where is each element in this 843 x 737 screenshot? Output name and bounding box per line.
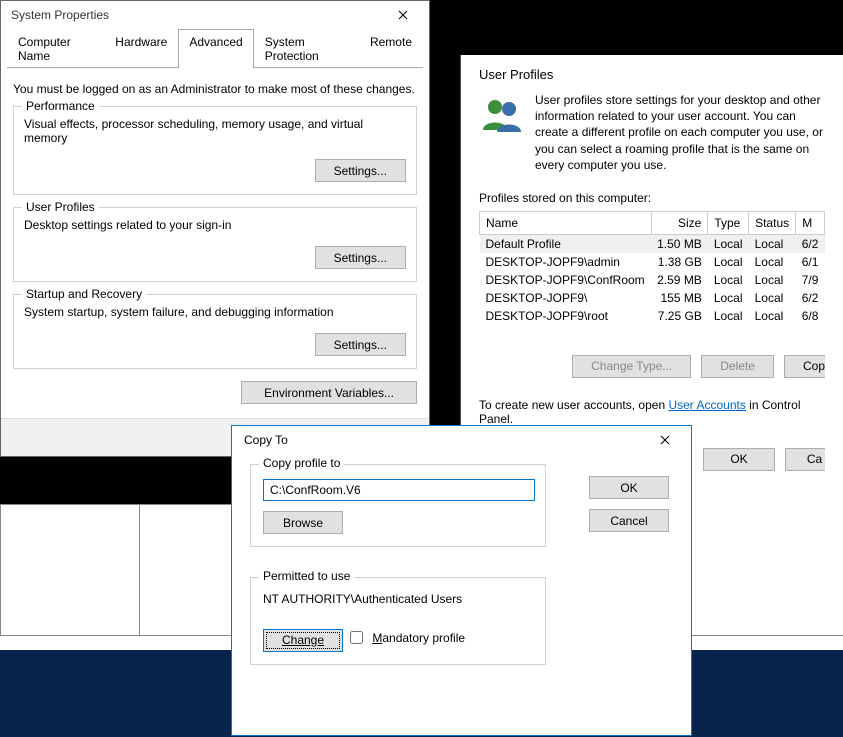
cell-status: Local [749, 307, 796, 325]
titlebar[interactable]: System Properties [1, 1, 429, 29]
titlebar[interactable]: Copy To [232, 426, 691, 454]
window-title: System Properties [11, 8, 109, 22]
mandatory-profile-label: Mandatory profile [372, 631, 465, 645]
startup-recovery-text: System startup, system failure, and debu… [24, 305, 406, 319]
cell-m: 6/2 [796, 289, 825, 307]
cell-type: Local [708, 234, 749, 253]
change-button[interactable]: Change [263, 629, 343, 652]
cell-name: DESKTOP-JOPF9\admin [480, 253, 652, 271]
cell-size: 1.38 GB [651, 253, 708, 271]
table-row[interactable]: DESKTOP-JOPF9\root7.25 GBLocalLocal6/8 [480, 307, 825, 325]
cell-status: Local [749, 271, 796, 289]
permitted-to-use-legend: Permitted to use [259, 569, 354, 583]
copy-to-button[interactable]: Cop [784, 355, 825, 378]
cancel-button[interactable]: Ca [785, 448, 825, 471]
copy-profile-to-group: Copy profile to Browse [250, 464, 546, 547]
col-type[interactable]: Type [708, 211, 749, 234]
cp-pre: To create new user accounts, open [479, 398, 668, 412]
close-icon[interactable] [383, 4, 423, 26]
cell-name: DESKTOP-JOPF9\root [480, 307, 652, 325]
table-row[interactable]: DESKTOP-JOPF9\155 MBLocalLocal6/2 [480, 289, 825, 307]
tab-system-protection[interactable]: System Protection [254, 29, 359, 68]
startup-recovery-group: Startup and Recovery System startup, sys… [13, 294, 417, 369]
cell-type: Local [708, 307, 749, 325]
description-text: User profiles store settings for your de… [535, 92, 825, 173]
cell-name: DESKTOP-JOPF9\ConfRoom [480, 271, 652, 289]
tab-remote[interactable]: Remote [359, 29, 423, 68]
window-title: User Profiles [461, 55, 843, 92]
performance-group: Performance Visual effects, processor sc… [13, 106, 417, 195]
copy-to-dialog: Copy To Copy profile to Browse OK Cancel… [231, 425, 692, 736]
cell-type: Local [708, 289, 749, 307]
table-header-row: Name Size Type Status M [480, 211, 825, 234]
permitted-to-use-group: Permitted to use NT AUTHORITY\Authentica… [250, 577, 546, 665]
browse-button[interactable]: Browse [263, 511, 343, 534]
system-properties-window: System Properties Computer Name Hardware… [0, 0, 430, 457]
col-size[interactable]: Size [651, 211, 708, 234]
table-row[interactable]: DESKTOP-JOPF9\admin1.38 GBLocalLocal6/1 [480, 253, 825, 271]
stored-label: Profiles stored on this computer: [479, 191, 825, 205]
permitted-user-text: NT AUTHORITY\Authenticated Users [263, 592, 533, 606]
background-window-left [0, 504, 140, 636]
cell-m: 6/1 [796, 253, 825, 271]
performance-text: Visual effects, processor scheduling, me… [24, 117, 406, 145]
startup-recovery-settings-button[interactable]: Settings... [315, 333, 406, 356]
cell-m: 7/9 [796, 271, 825, 289]
ok-button[interactable]: OK [589, 476, 669, 499]
cell-size: 155 MB [651, 289, 708, 307]
tab-advanced[interactable]: Advanced [178, 29, 253, 68]
profile-path-input[interactable] [263, 479, 535, 501]
cell-status: Local [749, 253, 796, 271]
user-accounts-link[interactable]: User Accounts [668, 398, 745, 412]
people-icon [479, 92, 523, 136]
startup-recovery-legend: Startup and Recovery [22, 287, 146, 301]
tab-computer-name[interactable]: Computer Name [7, 29, 104, 68]
mandatory-profile-checkbox[interactable]: Mandatory profile [346, 628, 465, 647]
profiles-table[interactable]: Name Size Type Status M Default Profile1… [479, 211, 825, 325]
ok-button[interactable]: OK [703, 448, 775, 471]
cell-status: Local [749, 234, 796, 253]
cell-type: Local [708, 253, 749, 271]
change-type-button[interactable]: Change Type... [572, 355, 691, 378]
cell-type: Local [708, 271, 749, 289]
user-profiles-settings-button[interactable]: Settings... [315, 246, 406, 269]
mandatory-profile-input[interactable] [350, 631, 363, 644]
cell-status: Local [749, 289, 796, 307]
cell-m: 6/2 [796, 234, 825, 253]
copy-profile-to-legend: Copy profile to [259, 456, 344, 470]
cell-size: 7.25 GB [651, 307, 708, 325]
performance-settings-button[interactable]: Settings... [315, 159, 406, 182]
cancel-button[interactable]: Cancel [589, 509, 669, 532]
user-profiles-group: User Profiles Desktop settings related t… [13, 207, 417, 282]
cell-size: 1.50 MB [651, 234, 708, 253]
table-row[interactable]: DESKTOP-JOPF9\ConfRoom2.59 MBLocalLocal7… [480, 271, 825, 289]
col-name[interactable]: Name [480, 211, 652, 234]
performance-legend: Performance [22, 99, 99, 113]
cell-size: 2.59 MB [651, 271, 708, 289]
user-profiles-legend: User Profiles [22, 200, 99, 214]
col-m[interactable]: M [796, 211, 825, 234]
user-profiles-text: Desktop settings related to your sign-in [24, 218, 406, 232]
environment-variables-button[interactable]: Environment Variables... [241, 381, 417, 404]
close-icon[interactable] [645, 429, 685, 451]
cell-m: 6/8 [796, 307, 825, 325]
tab-hardware[interactable]: Hardware [104, 29, 178, 68]
admin-note: You must be logged on as an Administrato… [13, 82, 417, 96]
cell-name: DESKTOP-JOPF9\ [480, 289, 652, 307]
table-row[interactable]: Default Profile1.50 MBLocalLocal6/2 [480, 234, 825, 253]
window-title: Copy To [244, 433, 288, 447]
tabs: Computer Name Hardware Advanced System P… [7, 29, 423, 68]
col-status[interactable]: Status [749, 211, 796, 234]
cell-name: Default Profile [480, 234, 652, 253]
delete-button[interactable]: Delete [701, 355, 774, 378]
